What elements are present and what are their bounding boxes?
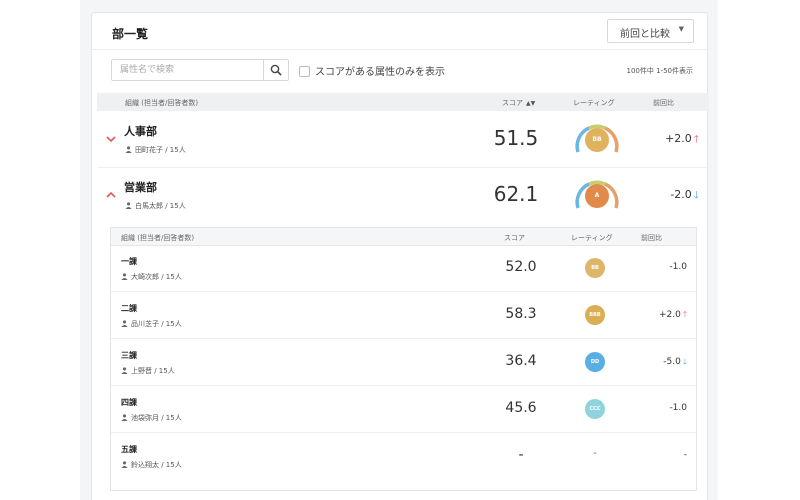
sub-department-name: 三課 [121, 351, 137, 360]
department-meta: 白馬太郎 / 15人 [125, 201, 186, 211]
sub-department-meta-text: 池袋弥月 / 15人 [131, 414, 182, 422]
sub-department-name: 一課 [121, 257, 137, 266]
department-meta: 田町花子 / 15人 [125, 145, 186, 155]
department-row[interactable]: 人事部 田町花子 / 15人 51.5 BB +2.0 🡑 [97, 112, 709, 168]
header-score-sort[interactable]: スコア ▲▼ [502, 98, 535, 108]
department-meta-text: 白馬太郎 / 15人 [135, 202, 186, 210]
search-box [111, 59, 289, 81]
sub-department-meta-text: 鈴込翔太 / 15人 [131, 461, 182, 469]
table-header: 組織 (担当者/回答者数) スコア ▲▼ レーティング 前回比 [97, 93, 709, 111]
sub-department-change: -5.0 🡓 [631, 356, 687, 370]
result-count: 100件中 1-50件表示 [626, 67, 693, 75]
rating-badge: DD [585, 352, 605, 372]
arrow-up-icon: 🡑 [682, 310, 687, 319]
sub-department-change-value: -5.0 [663, 357, 681, 367]
rating-empty: - [593, 448, 597, 459]
sub-header-score: スコア [504, 234, 525, 242]
rating-badge: A [585, 184, 609, 208]
rating-badge: BBB [585, 305, 605, 325]
sub-department-score: - [518, 447, 524, 463]
department-change: -2.0 🡓 [637, 188, 699, 205]
header-org: 組織 (担当者/回答者数) [125, 99, 199, 107]
sub-department-row[interactable]: 五課 鈴込翔太 / 15人 - - - [111, 433, 696, 480]
sub-department-score: 36.4 [505, 353, 537, 369]
sub-department-change: -1.0 [669, 262, 687, 272]
sub-department-score: 45.6 [505, 400, 537, 416]
rating-gauge: A [573, 176, 621, 212]
arrow-up-icon: 🡑 [693, 134, 699, 145]
person-icon [125, 202, 132, 209]
department-row[interactable]: 営業部 白馬太郎 / 15人 62.1 A -2.0 🡓 [97, 168, 709, 224]
sub-department-change-value: +2.0 [658, 310, 681, 320]
header-rating: レーティング [573, 99, 615, 107]
department-score: 51.5 [493, 126, 539, 150]
panel-title: 部一覧 [112, 27, 149, 41]
sub-department-row[interactable]: 三課 上野晋 / 15人 36.4 DD -5.0 🡓 [111, 339, 696, 386]
sub-department-row[interactable]: 四課 池袋弥月 / 15人 45.6 CCC -1.0 [111, 386, 696, 433]
search-icon [270, 64, 282, 76]
sub-department-meta-text: 品川芝子 / 15人 [131, 320, 182, 328]
sub-department-meta-text: 大崎次郎 / 15人 [131, 273, 182, 281]
sub-department-score: 52.0 [505, 259, 537, 275]
sub-department-name: 四課 [121, 398, 137, 407]
header-score: スコア [502, 99, 523, 107]
score-only-label: スコアがある属性のみを表示 [315, 67, 445, 78]
header-divider [92, 49, 707, 50]
sub-department-meta-text: 上野晋 / 15人 [131, 367, 175, 375]
score-only-filter[interactable]: スコアがある属性のみを表示 [299, 63, 445, 78]
sub-header-change: 前回比 [641, 234, 662, 242]
search-input[interactable] [112, 60, 263, 80]
sub-department-meta: 鈴込翔太 / 15人 [121, 460, 182, 470]
department-name: 営業部 [124, 181, 157, 194]
sub-department-table: 組織 (担当者/回答者数) スコア レーティング 前回比 一課 大崎次郎 / 1… [110, 227, 697, 491]
sub-department-score: 58.3 [505, 306, 537, 322]
department-change-value: +2.0 [665, 132, 692, 145]
sub-department-meta: 大崎次郎 / 15人 [121, 272, 182, 282]
sub-department-name: 五課 [121, 445, 137, 454]
sub-table-header: 組織 (担当者/回答者数) スコア レーティング 前回比 [111, 228, 696, 246]
sub-department-change: -1.0 [669, 403, 687, 413]
person-icon [121, 367, 128, 374]
arrow-down-icon: 🡓 [682, 357, 687, 366]
department-change-value: -2.0 [670, 188, 692, 201]
chevron-down-icon[interactable] [104, 132, 118, 146]
person-icon [121, 461, 128, 468]
sub-department-change: +2.0 🡑 [631, 309, 687, 323]
chevron-up-icon[interactable] [104, 188, 118, 202]
sub-department-name: 二課 [121, 304, 137, 313]
person-icon [125, 146, 132, 153]
compare-select[interactable]: 前回と比較 ▼ [607, 19, 694, 43]
sub-department-change: - [683, 450, 687, 460]
department-list-panel: 部一覧 前回と比較 ▼ スコアがある属性のみを表示 100件中 1-50件表示 … [91, 12, 709, 500]
department-meta-text: 田町花子 / 15人 [135, 146, 186, 154]
arrow-down-icon: 🡓 [693, 190, 699, 201]
caret-down-icon: ▼ [678, 25, 684, 33]
rating-badge: CCC [585, 399, 605, 419]
sub-header-rating: レーティング [571, 234, 613, 242]
sub-department-meta: 池袋弥月 / 15人 [121, 413, 182, 423]
sub-department-meta: 品川芝子 / 15人 [121, 319, 182, 329]
sub-department-meta: 上野晋 / 15人 [121, 366, 175, 376]
sub-department-row[interactable]: 一課 大崎次郎 / 15人 52.0 BB -1.0 [111, 245, 696, 292]
rating-gauge: BB [573, 120, 621, 156]
search-button[interactable] [263, 60, 288, 80]
person-icon [121, 414, 128, 421]
score-only-checkbox[interactable] [299, 66, 310, 77]
sub-department-row[interactable]: 二課 品川芝子 / 15人 58.3 BBB +2.0 🡑 [111, 292, 696, 339]
department-change: +2.0 🡑 [637, 132, 699, 149]
rating-badge: BB [585, 258, 605, 278]
person-icon [121, 273, 128, 280]
header-change: 前回比 [653, 99, 674, 107]
department-name: 人事部 [124, 125, 157, 138]
compare-select-value: 前回と比較 [620, 29, 670, 40]
department-score: 62.1 [493, 182, 539, 206]
sub-header-org: 組織 (担当者/回答者数) [121, 234, 195, 242]
person-icon [121, 320, 128, 327]
rating-badge: BB [585, 128, 609, 152]
sort-icon: ▲▼ [526, 100, 536, 107]
